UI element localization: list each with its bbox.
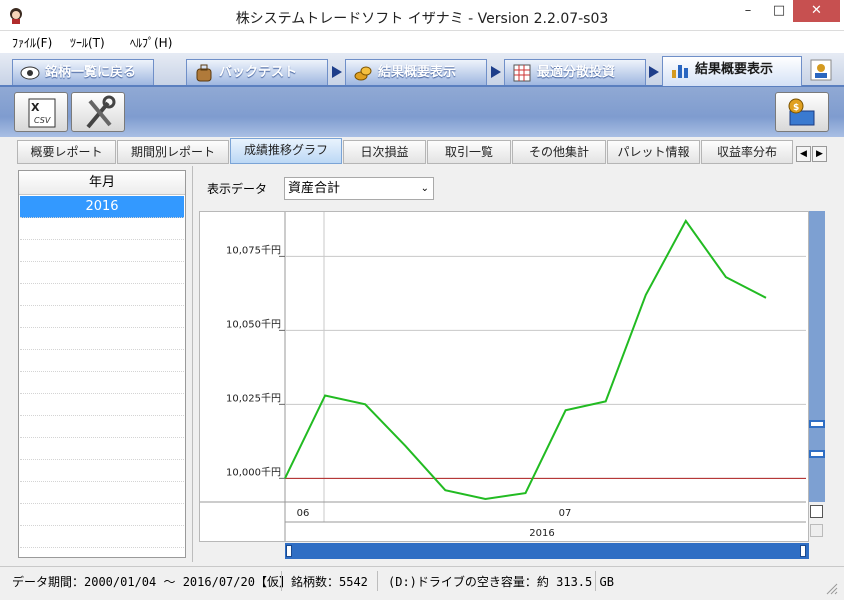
- maximize-button[interactable]: □: [764, 0, 794, 22]
- list-item-empty: [20, 328, 184, 350]
- user-icon[interactable]: [810, 59, 832, 81]
- report-tabs: 概要レポート 期間別レポート 成績推移グラフ 日次損益 取引一覧 その他集計 パ…: [0, 137, 844, 165]
- status-divider: [595, 571, 596, 591]
- list-item-empty: [20, 240, 184, 262]
- checkbox[interactable]: [810, 505, 823, 518]
- tab-daily-pnl[interactable]: 日次損益: [343, 140, 426, 164]
- money-report-button[interactable]: $: [775, 92, 829, 132]
- close-button[interactable]: ✕: [793, 0, 840, 22]
- tab-trade-list[interactable]: 取引一覧: [427, 140, 511, 164]
- status-divider: [281, 571, 282, 591]
- csv-export-button[interactable]: X CSV: [14, 92, 68, 132]
- vertical-scroll-handle-top[interactable]: [809, 420, 825, 428]
- list-item-empty: [20, 438, 184, 460]
- tab-scroll-left-button[interactable]: ◀: [796, 146, 811, 162]
- y-tick-label: 10,000千円: [226, 466, 281, 478]
- nav-tab-label: 最適分散投資: [537, 65, 616, 80]
- x-month-label: 06: [297, 508, 310, 519]
- list-item-empty: [20, 460, 184, 482]
- status-bar: データ期間：2000/01/04 ～ 2016/07/20【仮】 銘柄数：554…: [0, 566, 844, 600]
- disk-space-status: (D:)ドライブの空き容量：約 313.5 GB: [388, 575, 614, 589]
- list-item-empty: [20, 262, 184, 284]
- arrow-right-icon: [649, 66, 659, 78]
- nav-tab-strip: 銘柄一覧に戻る バックテスト 結果概要表示 最適分散投資 結果概要表示: [0, 53, 844, 87]
- wrench-screwdriver-icon: [86, 95, 116, 129]
- nav-tab-optimal-diversification[interactable]: 最適分散投資: [504, 59, 646, 85]
- chevron-down-icon: ⌄: [420, 183, 429, 194]
- menu-bar: ﾌｧｲﾙ(F) ﾂｰﾙ(T) ﾍﾙﾌﾟ(H): [0, 31, 844, 53]
- money-chart-icon: $: [788, 98, 815, 126]
- nav-tab-label: 結果概要表示: [378, 65, 457, 80]
- grid-calculator-icon: [513, 64, 531, 82]
- menu-file[interactable]: ﾌｧｲﾙ(F): [12, 34, 52, 51]
- tab-palette-info[interactable]: パレット情報: [607, 140, 700, 164]
- coins-icon: [354, 66, 372, 81]
- tab-summary-report[interactable]: 概要レポート: [17, 140, 116, 164]
- svg-text:X: X: [31, 101, 40, 114]
- status-divider: [377, 571, 378, 591]
- nav-tab-label: バックテスト: [219, 65, 298, 80]
- list-item-empty: [20, 350, 184, 372]
- checkbox-disabled: [810, 524, 823, 537]
- tab-performance-graph[interactable]: 成績推移グラフ: [230, 138, 342, 164]
- y-tick-label: 10,075千円: [226, 244, 281, 256]
- tab-return-distribution[interactable]: 収益率分布: [701, 140, 793, 164]
- toolbar: X CSV $: [0, 87, 844, 137]
- minimize-button[interactable]: –: [733, 0, 763, 22]
- tools-button[interactable]: [71, 92, 125, 132]
- horizontal-scroll-handle-right[interactable]: [800, 545, 806, 557]
- horizontal-scroll-handle-left[interactable]: [286, 545, 292, 557]
- csv-file-icon: X CSV: [28, 98, 56, 128]
- arrow-right-icon: [491, 66, 501, 78]
- nav-tab-label: 銘柄一覧に戻る: [45, 65, 137, 80]
- list-item-empty: [20, 482, 184, 504]
- display-data-label: 表示データ: [207, 182, 268, 196]
- list-item-empty: [20, 526, 184, 548]
- list-header: 年月: [19, 171, 185, 195]
- bar-chart-icon: [672, 65, 688, 78]
- list-item-empty: [20, 394, 184, 416]
- tab-scroll-right-button[interactable]: ▶: [812, 146, 827, 162]
- resize-grip-icon[interactable]: [824, 581, 838, 595]
- window-title: 株システムトレードソフト イザナミ - Version 2.2.07-s03: [235, 11, 609, 27]
- y-tick-label: 10,025千円: [226, 392, 281, 404]
- arrow-right-icon: [332, 66, 342, 78]
- nav-tab-back-to-list[interactable]: 銘柄一覧に戻る: [12, 59, 154, 85]
- csv-label: CSV: [34, 116, 51, 125]
- list-item-empty: [20, 416, 184, 438]
- nav-tab-label: 結果概要表示: [695, 62, 774, 77]
- eye-icon: [20, 66, 40, 80]
- nav-tab-result-summary-active[interactable]: 結果概要表示: [662, 56, 802, 86]
- nav-tab-result-summary[interactable]: 結果概要表示: [345, 59, 487, 85]
- x-year-label: 2016: [529, 528, 554, 539]
- list-item-empty: [20, 504, 184, 526]
- title-bar: 株システムトレードソフト イザナミ - Version 2.2.07-s03 –…: [0, 0, 844, 31]
- horizontal-scrollbar[interactable]: [285, 543, 809, 559]
- series-line: [284, 219, 767, 501]
- x-month-label: 07: [559, 508, 572, 519]
- list-item-empty: [20, 218, 184, 240]
- bag-icon: [196, 64, 212, 82]
- display-data-select[interactable]: 資産合計 ⌄: [284, 177, 434, 200]
- display-data-value: 資産合計: [288, 181, 341, 196]
- asset-chart: 10,000千円 10,025千円 10,050千円 10,075千円 06 07 2016: [199, 211, 809, 542]
- list-item-empty: [20, 284, 184, 306]
- tab-period-report[interactable]: 期間別レポート: [117, 140, 229, 164]
- list-item-empty: [20, 372, 184, 394]
- year-month-list: 年月 2016: [18, 170, 186, 558]
- y-tick-label: 10,050千円: [226, 318, 281, 330]
- nav-tab-backtest[interactable]: バックテスト: [186, 59, 328, 85]
- menu-help[interactable]: ﾍﾙﾌﾟ(H): [130, 34, 172, 51]
- svg-text:$: $: [793, 103, 799, 113]
- data-period-status: データ期間：2000/01/04 ～ 2016/07/20【仮】: [12, 575, 291, 589]
- stock-count-status: 銘柄数：5542: [291, 575, 368, 589]
- menu-tools[interactable]: ﾂｰﾙ(T): [70, 34, 105, 51]
- asset-chart-svg: 10,000千円 10,025千円 10,050千円 10,075千円 06 07 2016: [200, 212, 806, 541]
- list-item-empty: [20, 306, 184, 328]
- tab-other-totals[interactable]: その他集計: [512, 140, 606, 164]
- list-item[interactable]: 2016: [20, 196, 184, 218]
- vertical-scrollbar[interactable]: [809, 211, 825, 502]
- vertical-scroll-handle-bottom[interactable]: [809, 450, 825, 458]
